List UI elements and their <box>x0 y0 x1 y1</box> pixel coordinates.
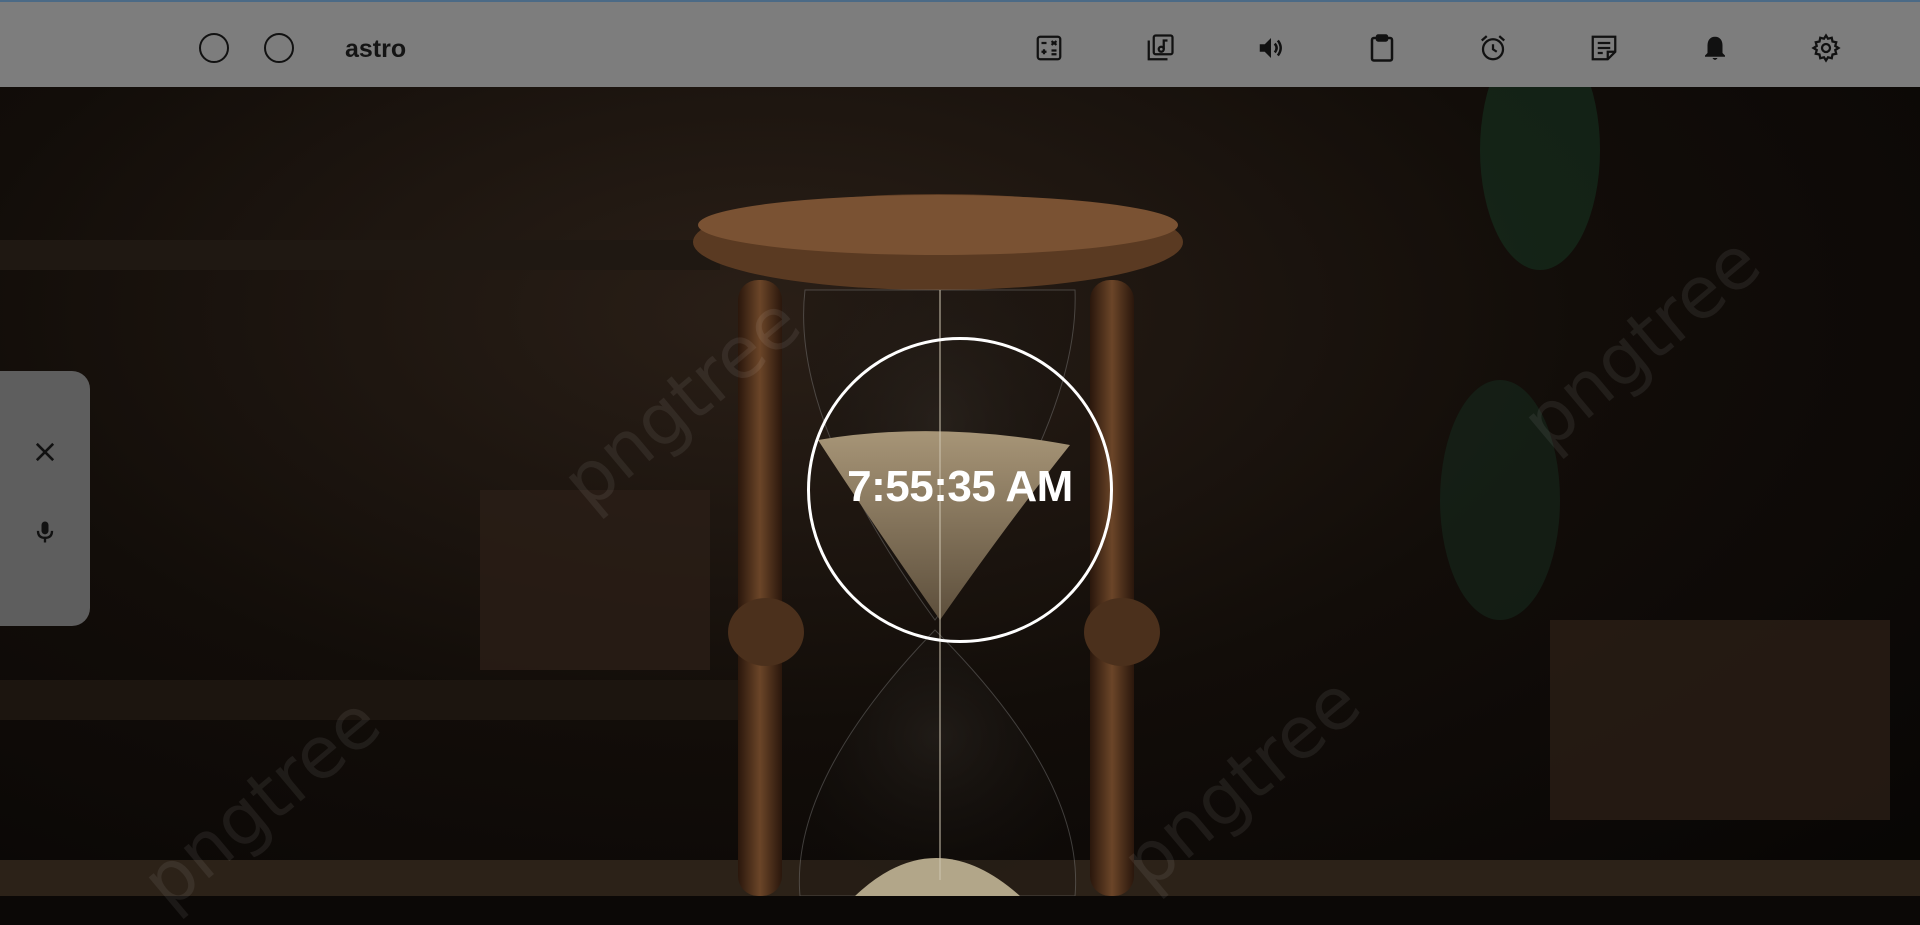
window-circle-button-1[interactable] <box>199 33 229 63</box>
volume-icon[interactable] <box>1255 32 1287 64</box>
microphone-icon[interactable] <box>28 515 62 549</box>
top-bar: astro <box>0 2 1920 87</box>
settings-icon[interactable] <box>1810 32 1842 64</box>
side-panel <box>0 371 90 626</box>
notes-icon[interactable] <box>1588 32 1620 64</box>
window-top-border <box>0 0 1920 2</box>
music-library-icon[interactable] <box>1144 32 1176 64</box>
calculator-icon[interactable] <box>1033 32 1065 64</box>
bell-icon[interactable] <box>1699 32 1731 64</box>
clipboard-icon[interactable] <box>1366 32 1398 64</box>
app-title: astro <box>345 35 407 63</box>
window-circle-button-2[interactable] <box>264 33 294 63</box>
clock-time: 7:55:35 AM <box>847 462 1073 511</box>
close-icon[interactable] <box>28 435 62 469</box>
alarm-icon[interactable] <box>1477 32 1509 64</box>
